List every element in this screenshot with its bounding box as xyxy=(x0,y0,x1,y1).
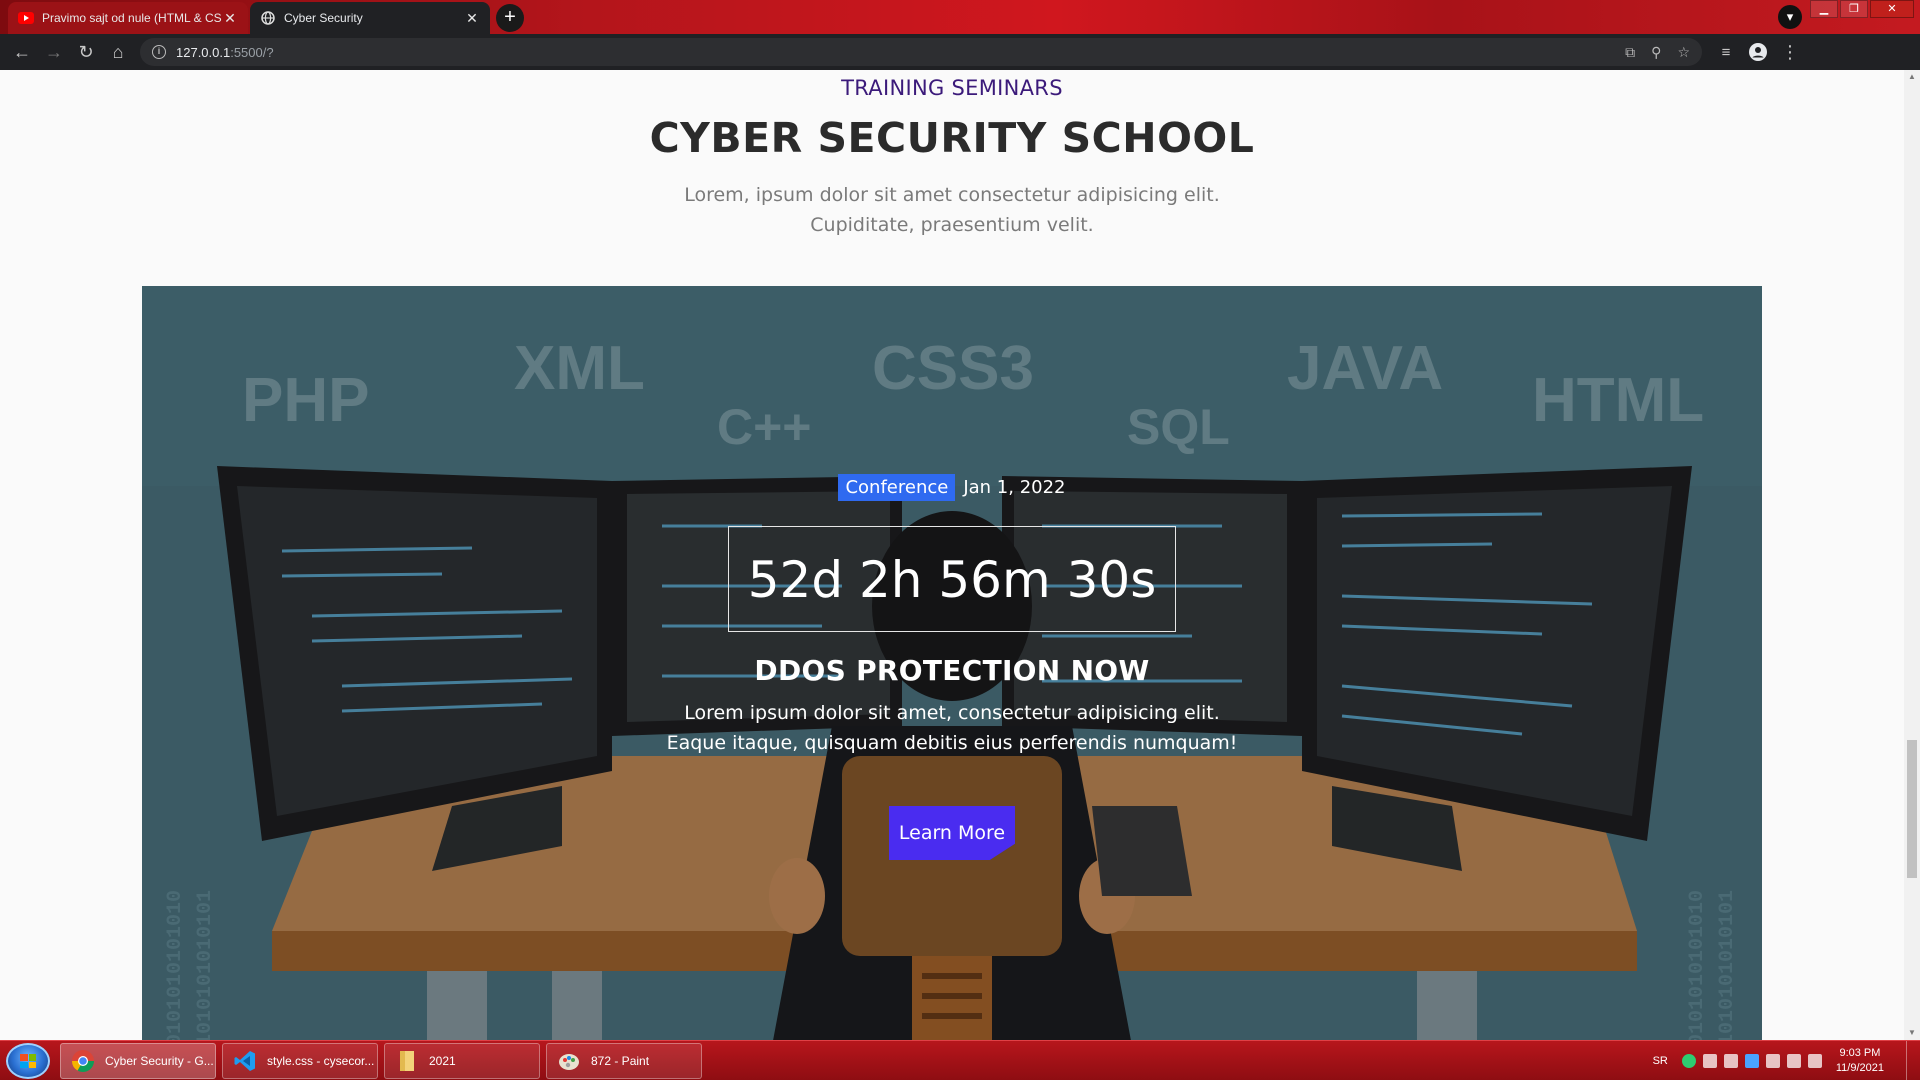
clock-date: 11/9/2021 xyxy=(1835,1062,1884,1074)
new-tab-button[interactable]: + xyxy=(496,4,524,32)
volume-icon[interactable] xyxy=(1807,1054,1822,1068)
hero-title: DDOS PROTECTION NOW xyxy=(754,654,1150,687)
chrome-icon xyxy=(69,1047,97,1075)
taskbar-item-chrome[interactable]: Cyber Security - G... xyxy=(60,1043,216,1079)
folder-icon xyxy=(393,1047,421,1075)
taskbar-item-folder[interactable]: 2021 xyxy=(384,1043,540,1079)
subtext-line: Lorem, ipsum dolor sit amet consectetur … xyxy=(684,184,1220,206)
taskbar-item-label: style.css - cysecor... xyxy=(267,1054,375,1068)
tab-title: Cyber Security xyxy=(284,11,363,25)
show-desktop-button[interactable] xyxy=(1906,1041,1920,1080)
paint-icon xyxy=(555,1047,583,1075)
event-type-badge: Conference xyxy=(838,474,956,501)
minimize-icon[interactable]: ▁ xyxy=(1810,0,1838,18)
taskbar-item-paint[interactable]: 872 - Paint xyxy=(546,1043,702,1079)
browser-tab-youtube[interactable]: Pravimo sajt od nule (HTML & CSS) ✕ xyxy=(8,2,248,34)
hero-description: Lorem ipsum dolor sit amet, consectetur … xyxy=(142,698,1762,758)
hero-banner: PHP XML C++ CSS3 SQL JAVA HTML 010101010… xyxy=(142,286,1762,1040)
maximize-icon[interactable]: ❐ xyxy=(1840,0,1868,18)
menu-kebab-icon[interactable]: ⋮ xyxy=(1774,36,1806,68)
event-date: Jan 1, 2022 xyxy=(963,477,1066,498)
reload-icon[interactable]: ↻ xyxy=(70,36,102,68)
scroll-down-icon[interactable]: ▼ xyxy=(1904,1026,1920,1040)
bookmark-star-icon[interactable]: ☆ xyxy=(1677,44,1690,61)
taskbar-item-label: 872 - Paint xyxy=(591,1054,650,1068)
home-icon[interactable]: ⌂ xyxy=(102,36,134,68)
learn-more-button[interactable]: Learn More xyxy=(889,806,1015,860)
taskbar-item-label: 2021 xyxy=(429,1054,456,1068)
taskbar-item-vscode[interactable]: style.css - cysecor... xyxy=(222,1043,378,1079)
globe-icon xyxy=(260,10,276,26)
hero-description-line: Lorem ipsum dolor sit amet, consectetur … xyxy=(684,702,1220,724)
tray-icons xyxy=(1681,1054,1822,1068)
forward-icon[interactable]: → xyxy=(38,36,70,68)
hero-content: Conference Jan 1, 2022 52d 2h 56m 30s DD… xyxy=(142,286,1762,1040)
site-info-icon[interactable]: i xyxy=(152,45,166,59)
security-tray-icon[interactable] xyxy=(1681,1054,1696,1068)
windows-logo-icon xyxy=(20,1054,36,1068)
bluetooth-tray-icon[interactable] xyxy=(1744,1054,1759,1068)
flag-tray-icon[interactable] xyxy=(1765,1054,1780,1068)
close-tab-icon[interactable]: ✕ xyxy=(464,10,480,26)
browser-tab-cyber-security[interactable]: Cyber Security ✕ xyxy=(250,2,490,34)
window-controls: ▁ ❐ ✕ xyxy=(1808,0,1914,18)
section-heading: CYBER SECURITY SCHOOL xyxy=(649,114,1255,162)
clock[interactable]: 9:03 PM 11/9/2021 xyxy=(1836,1046,1884,1076)
browser-tab-strip: Pravimo sajt od nule (HTML & CSS) ✕ Cybe… xyxy=(0,0,1920,34)
tab-search-icon[interactable]: ▾ xyxy=(1778,5,1802,29)
address-bar[interactable]: i 127.0.0.1:5500/? ⧉ ⚲ ☆ xyxy=(140,38,1702,66)
countdown-timer: 52d 2h 56m 30s xyxy=(728,526,1176,632)
network-tray-icon[interactable] xyxy=(1702,1054,1717,1068)
back-icon[interactable]: ← xyxy=(6,36,38,68)
scrollbar-thumb[interactable] xyxy=(1907,740,1917,878)
monitor-tray-icon[interactable] xyxy=(1786,1054,1801,1068)
subtext-line: Cupiditate, praesentium velit. xyxy=(810,214,1094,236)
tab-title: Pravimo sajt od nule (HTML & CSS) xyxy=(42,11,222,25)
url-path: :5500/? xyxy=(230,44,274,60)
translate-icon[interactable]: ⧉ xyxy=(1625,44,1635,61)
close-window-icon[interactable]: ✕ xyxy=(1870,0,1914,18)
page-viewport: TRAINING SEMINARS CYBER SECURITY SCHOOL … xyxy=(0,70,1904,1040)
close-tab-icon[interactable]: ✕ xyxy=(222,10,238,26)
system-tray: SR 9:03 PM 11/9/2021 xyxy=(1653,1041,1920,1080)
section-eyebrow: TRAINING SEMINARS xyxy=(841,76,1063,100)
profile-icon[interactable] xyxy=(1742,36,1774,68)
scroll-up-icon[interactable]: ▲ xyxy=(1904,70,1920,84)
browser-toolbar: ← → ↻ ⌂ i 127.0.0.1:5500/? ⧉ ⚲ ☆ ≡ ⋮ xyxy=(0,34,1920,70)
start-button[interactable] xyxy=(6,1043,50,1079)
taskbar-item-label: Cyber Security - G... xyxy=(105,1054,214,1068)
url-host: 127.0.0.1 xyxy=(176,44,231,60)
youtube-icon xyxy=(18,10,34,26)
reading-list-icon[interactable]: ≡ xyxy=(1710,36,1742,68)
hero-description-line: Eaque itaque, quisquam debitis eius perf… xyxy=(666,732,1238,754)
input-language[interactable]: SR xyxy=(1653,1055,1668,1067)
os-taskbar: Cyber Security - G... style.css - cyseco… xyxy=(0,1040,1920,1080)
usb-tray-icon[interactable] xyxy=(1723,1054,1738,1068)
section-subtext: Lorem, ipsum dolor sit amet consectetur … xyxy=(0,180,1904,240)
event-meta: Conference Jan 1, 2022 xyxy=(142,474,1762,501)
vscode-icon xyxy=(231,1047,259,1075)
clock-time: 9:03 PM xyxy=(1839,1047,1881,1059)
zoom-icon[interactable]: ⚲ xyxy=(1651,44,1661,61)
page-scrollbar[interactable]: ▲ ▼ xyxy=(1904,70,1920,1040)
